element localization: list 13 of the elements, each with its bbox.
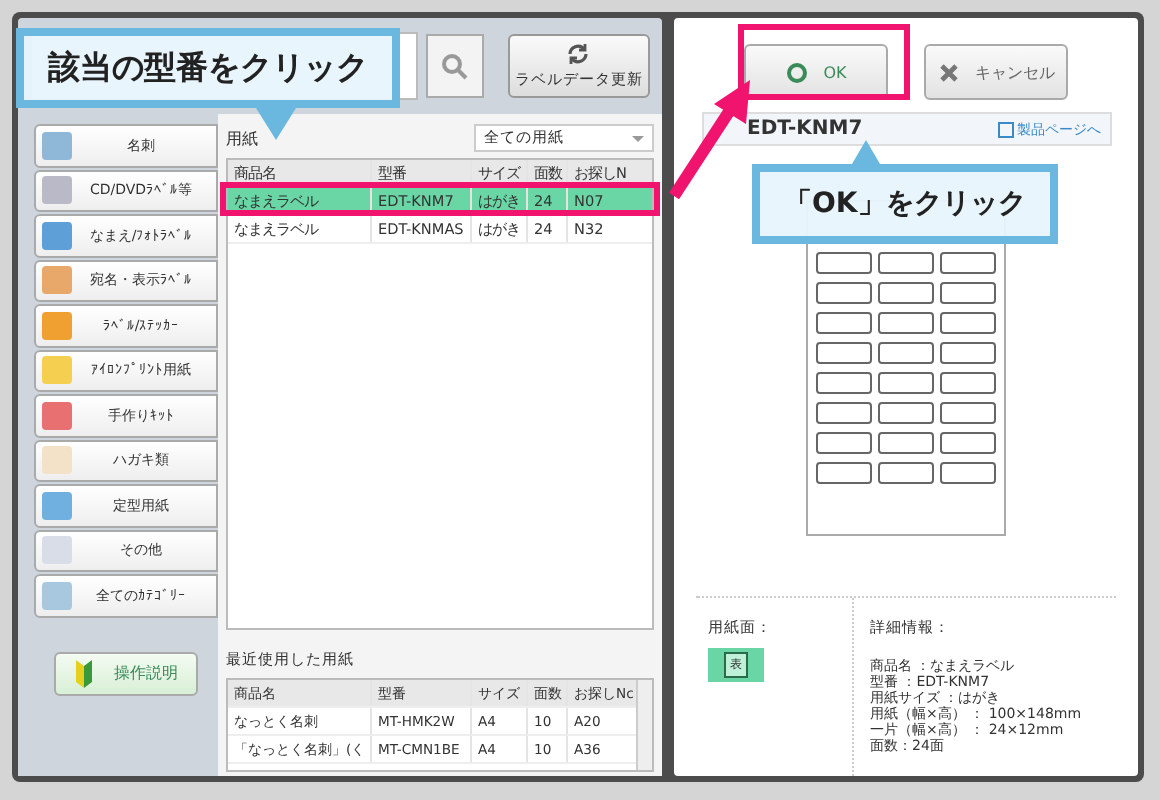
search-icon [440,52,469,80]
scrollbar[interactable] [636,680,652,770]
beginner-mark-icon [74,659,94,687]
instruction-tooltip: 「OK」をクリック [752,140,1058,244]
page-icon [997,121,1013,137]
paper-label: 用紙 [226,127,258,149]
cancel-button[interactable]: キャンセル [924,44,1068,100]
search-button[interactable] [426,34,484,98]
refresh-icon [566,42,591,66]
circle-icon [785,61,808,83]
help-button[interactable]: 操作説明 [54,651,198,695]
close-icon [937,61,959,83]
model-number: EDT-KNM7 [747,118,863,140]
